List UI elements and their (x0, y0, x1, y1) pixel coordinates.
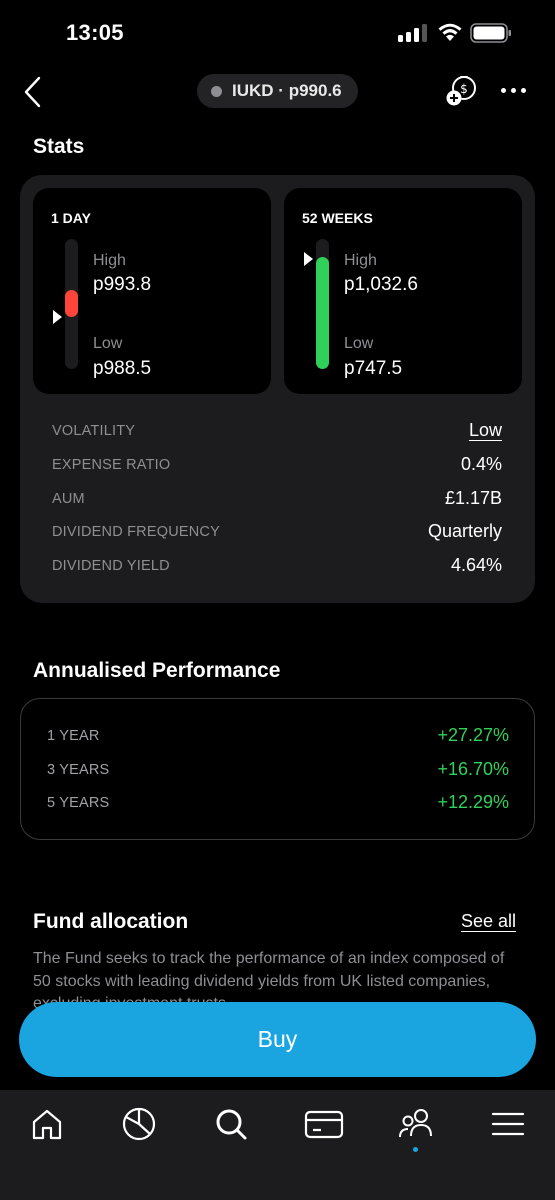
wifi-icon (437, 22, 463, 42)
performance-row-3y: 3 YEARS +16.70% (47, 759, 509, 780)
performance-label: 1 YEAR (47, 727, 100, 744)
day-low-value: p988.5 (93, 358, 152, 379)
week-low-label: Low (344, 335, 374, 352)
community-icon (399, 1109, 432, 1138)
ticker-symbol: IUKD (232, 81, 274, 100)
fund-allocation-title: Fund allocation (33, 910, 189, 933)
price-alert-icon: $ (446, 76, 476, 106)
stat-label: VOLATILITY (52, 422, 136, 439)
stats-card: 1 DAY High p993.8 Low p988.5 52 WEEKS Hi… (20, 175, 535, 603)
ticker-separator: · (278, 81, 284, 100)
day-low-label: Low (93, 335, 123, 352)
performance-row-1y: 1 YEAR +27.27% (47, 725, 509, 746)
price-alert-button[interactable]: $ (444, 72, 480, 108)
portfolio-pie-icon (122, 1107, 156, 1141)
home-icon (32, 1109, 62, 1140)
day-high-label: High (93, 252, 126, 269)
week-low-value: p747.5 (344, 358, 403, 379)
market-status-dot (211, 85, 222, 97)
performance-value: +16.70% (437, 759, 509, 779)
stat-label: DIVIDEND FREQUENCY (52, 523, 220, 540)
day-current-price-marker (53, 310, 62, 324)
tab-portfolio[interactable] (119, 1104, 159, 1144)
performance-value: +27.27% (437, 725, 509, 745)
stat-row-volatility: VOLATILITY Low (52, 420, 502, 441)
volatility-link[interactable]: Low (469, 420, 502, 441)
nav-bar: IUKD · p990.6 $ (0, 66, 555, 122)
stat-label: AUM (52, 490, 85, 507)
performance-label: 5 YEARS (47, 794, 110, 811)
tab-community[interactable] (396, 1104, 436, 1144)
week-high-label: High (344, 252, 377, 269)
menu-icon (491, 1112, 525, 1136)
cellular-signal-icon (398, 24, 428, 42)
stat-row-dividend-frequency: DIVIDEND FREQUENCY Quarterly (52, 521, 502, 542)
tab-menu[interactable] (488, 1104, 528, 1144)
stat-value: Quarterly (427, 521, 502, 541)
dot (521, 87, 526, 93)
battery-icon (470, 23, 512, 43)
buy-button[interactable]: Buy (19, 1002, 536, 1077)
day-high-value: p993.8 (93, 274, 152, 295)
active-tab-indicator (413, 1147, 418, 1152)
week-range-fill (316, 257, 329, 369)
performance-row-5y: 5 YEARS +12.29% (47, 792, 509, 813)
stat-value: 0.4% (460, 454, 502, 474)
day-range-track (65, 239, 78, 369)
week-current-price-marker (304, 252, 313, 266)
see-all-link[interactable]: See all (461, 911, 516, 932)
performance-value: +12.29% (437, 792, 509, 812)
status-bar: 13:05 (0, 0, 555, 66)
stat-label: DIVIDEND YIELD (52, 557, 170, 574)
stat-label: EXPENSE RATIO (52, 456, 171, 473)
week-range-track (316, 239, 329, 369)
tab-cards[interactable] (304, 1104, 344, 1144)
performance-label: 3 YEARS (47, 761, 110, 778)
day-range-title: 1 DAY (51, 210, 91, 226)
stat-value: £1.17B (444, 488, 502, 508)
day-range-box: 1 DAY High p993.8 Low p988.5 (33, 188, 271, 394)
chevron-left-icon (24, 76, 41, 108)
performance-card: 1 YEAR +27.27% 3 YEARS +16.70% 5 YEARS +… (20, 698, 535, 840)
ticker-price: p990.6 (288, 81, 342, 100)
stat-row-dividend-yield: DIVIDEND YIELD 4.64% (52, 555, 502, 576)
svg-text:$: $ (460, 82, 468, 96)
back-button[interactable] (18, 74, 48, 110)
tab-home[interactable] (27, 1104, 67, 1144)
stat-row-expense-ratio: EXPENSE RATIO 0.4% (52, 454, 502, 475)
tab-bar (0, 1090, 555, 1200)
ticker-pill[interactable]: IUKD · p990.6 (197, 74, 358, 108)
more-options-button[interactable] (501, 82, 529, 98)
dot (501, 87, 506, 93)
week-range-box: 52 WEEKS High p1,032.6 Low p747.5 (284, 188, 522, 394)
stat-row-aum: AUM £1.17B (52, 488, 502, 509)
week-high-value: p1,032.6 (344, 274, 418, 295)
day-range-fill (65, 290, 78, 317)
fund-description: The Fund seeks to track the performance … (33, 950, 505, 1008)
stats-title: Stats (33, 135, 85, 158)
performance-title: Annualised Performance (33, 659, 281, 682)
tab-search[interactable] (211, 1104, 251, 1144)
dot (511, 87, 516, 93)
week-range-title: 52 WEEKS (302, 210, 373, 226)
stat-value: 4.64% (450, 555, 502, 575)
status-time: 13:05 (66, 20, 124, 45)
search-icon (216, 1109, 247, 1140)
card-icon (304, 1110, 344, 1139)
